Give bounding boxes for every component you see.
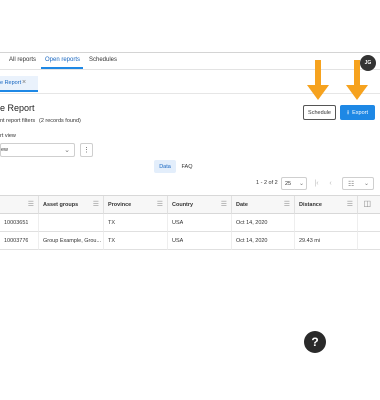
tab-faq[interactable]: FAQ (176, 160, 198, 173)
page-size-value: 25 (285, 181, 292, 187)
column-menu-icon[interactable]: ☰ (93, 200, 99, 208)
table-cell: 10003651 (0, 214, 39, 232)
column-menu-icon[interactable]: ☰ (221, 200, 227, 208)
table-cell: 10003776 (0, 232, 39, 250)
table-cell: USA (168, 232, 232, 250)
active-tab-indicator (41, 67, 83, 69)
report-table: ☰ Asset groups ☰ Province ☰ Country ☰ Da… (0, 195, 380, 250)
column-header[interactable]: ☰ (0, 196, 39, 214)
export-button[interactable]: ⭳ Export (340, 105, 375, 120)
table-cell: TX (104, 232, 168, 250)
schedule-button[interactable]: Schedule (303, 105, 336, 120)
column-header[interactable]: Province ☰ (104, 196, 168, 214)
download-icon: ⭳ (346, 109, 350, 116)
column-menu-icon[interactable]: ☰ (28, 200, 34, 208)
open-report-tab[interactable]: e Report × (0, 76, 38, 92)
close-icon[interactable]: × (22, 79, 26, 86)
page-title: e Report (0, 103, 35, 113)
open-report-tab-label: e Report (0, 80, 22, 86)
columns-icon: ☷ (348, 181, 355, 188)
previous-page-button[interactable]: ‹ (324, 177, 337, 190)
first-page-button[interactable]: |‹ (310, 177, 323, 190)
table-settings-header[interactable]: ◫ (358, 196, 380, 214)
export-button-label: Export (352, 109, 368, 116)
chevron-down-icon: ⌄ (64, 147, 70, 154)
table-settings-icon[interactable]: ◫ (363, 199, 371, 208)
view-options-button[interactable]: ⋮ (80, 143, 93, 157)
pagination-label: 1 - 2 of 2 (256, 180, 278, 186)
tab-data[interactable]: Data (154, 160, 176, 173)
column-menu-icon[interactable]: ☰ (157, 200, 163, 208)
table-cell (358, 232, 380, 250)
column-header[interactable]: Date ☰ (232, 196, 295, 214)
column-picker[interactable]: ☷ ⌄ (342, 177, 374, 190)
records-count: (2 records found) (39, 118, 81, 124)
user-avatar[interactable]: JG (360, 55, 376, 71)
nav-tab-all-reports[interactable]: All reports (9, 57, 36, 63)
view-label: rt view (0, 133, 16, 139)
table-cell: Group Example, Grou... (39, 232, 104, 250)
chevron-down-icon: ⌄ (298, 181, 304, 187)
chevron-down-icon: ⌄ (363, 181, 369, 187)
table-cell (39, 214, 104, 232)
column-menu-icon[interactable]: ☰ (347, 200, 353, 208)
nav-tab-schedules[interactable]: Schedules (89, 57, 117, 63)
view-select[interactable]: ew ⌄ (0, 143, 75, 157)
table-cell (295, 214, 358, 232)
column-header[interactable]: Asset groups ☰ (39, 196, 104, 214)
column-menu-icon[interactable]: ☰ (284, 200, 290, 208)
column-header[interactable]: Country ☰ (168, 196, 232, 214)
table-cell: 29.43 mi (295, 232, 358, 250)
table-cell (358, 214, 380, 232)
table-cell: USA (168, 214, 232, 232)
page-size-select[interactable]: 25 ⌄ (281, 177, 307, 190)
nav-tab-open-reports[interactable]: Open reports (45, 57, 80, 63)
more-vertical-icon: ⋮ (83, 147, 90, 154)
table-cell: Oct 14, 2020 (232, 214, 295, 232)
column-header[interactable]: Distance ☰ (295, 196, 358, 214)
table-cell: TX (104, 214, 168, 232)
help-button[interactable]: ? (304, 331, 326, 353)
table-cell: Oct 14, 2020 (232, 232, 295, 250)
report-filters-link[interactable]: nt report filters (0, 118, 35, 124)
view-select-value: ew (1, 147, 9, 153)
data-faq-toggle: Data FAQ (154, 160, 198, 173)
